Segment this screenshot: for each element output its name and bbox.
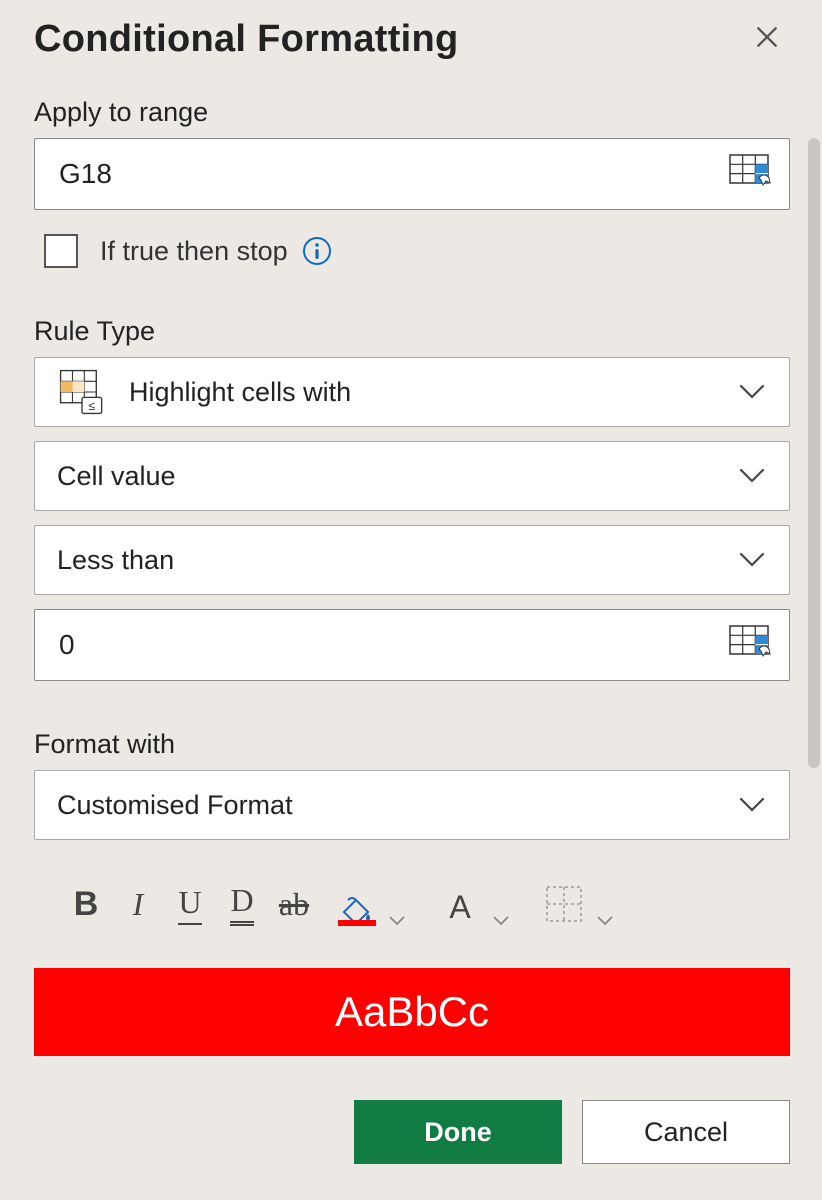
- fill-color-swatch: [338, 920, 376, 926]
- close-button[interactable]: [744, 20, 790, 60]
- chevron-down-icon: [739, 552, 765, 568]
- range-input[interactable]: [57, 157, 767, 191]
- format-with-label: Format with: [34, 729, 790, 760]
- range-input-row: [34, 138, 790, 210]
- if-true-stop-label: If true then stop: [100, 236, 288, 267]
- chevron-down-icon: [493, 916, 509, 926]
- range-picker-icon: [729, 625, 773, 665]
- italic-button[interactable]: I: [112, 882, 164, 926]
- font-color-glyph: A: [449, 889, 470, 926]
- chevron-down-icon: [739, 384, 765, 400]
- apply-to-range-label: Apply to range: [34, 97, 790, 128]
- close-icon: [754, 24, 780, 50]
- if-true-stop-checkbox[interactable]: [44, 234, 78, 268]
- fill-color-button[interactable]: [330, 882, 382, 926]
- rule-value-row: [34, 609, 790, 681]
- font-color-dropdown[interactable]: [486, 916, 516, 926]
- rule-type-value: Highlight cells with: [129, 377, 351, 408]
- double-underline-glyph: D: [230, 882, 253, 926]
- range-picker-icon: [729, 154, 773, 194]
- rule-field-value: Cell value: [57, 461, 176, 492]
- border-icon: [544, 884, 584, 924]
- chevron-down-icon: [739, 468, 765, 484]
- dialog-title: Conditional Formatting: [34, 18, 459, 61]
- rule-field-dropdown[interactable]: Cell value: [34, 441, 790, 511]
- border-dropdown[interactable]: [590, 916, 620, 926]
- done-button[interactable]: Done: [354, 1100, 562, 1164]
- strikethrough-button[interactable]: ab: [268, 882, 320, 926]
- font-color-button[interactable]: A: [434, 882, 486, 926]
- range-picker-button[interactable]: [729, 154, 773, 194]
- chevron-down-icon: [597, 916, 613, 926]
- rule-value-range-picker-button[interactable]: [729, 625, 773, 665]
- rule-operator-dropdown[interactable]: Less than: [34, 525, 790, 595]
- format-preview-text: AaBbCc: [335, 988, 489, 1036]
- chevron-down-icon: [739, 797, 765, 813]
- format-preview: AaBbCc: [34, 968, 790, 1056]
- rule-value-input[interactable]: [57, 628, 767, 662]
- strike-glyph: ab: [279, 886, 309, 923]
- svg-text:≤: ≤: [88, 399, 95, 413]
- underline-button[interactable]: U: [164, 882, 216, 926]
- info-icon[interactable]: [302, 236, 332, 266]
- border-button[interactable]: [538, 882, 590, 926]
- cancel-button[interactable]: Cancel: [582, 1100, 790, 1164]
- rule-operator-value: Less than: [57, 545, 174, 576]
- italic-glyph: I: [133, 886, 144, 923]
- bold-button[interactable]: B: [60, 882, 112, 926]
- scrollbar[interactable]: [808, 138, 820, 768]
- underline-glyph: U: [178, 884, 201, 925]
- rule-type-label: Rule Type: [34, 316, 790, 347]
- double-underline-button[interactable]: D: [216, 882, 268, 926]
- rule-type-dropdown[interactable]: ≤ Highlight cells with: [34, 357, 790, 427]
- bold-glyph: B: [74, 885, 99, 924]
- highlight-cells-icon: ≤: [57, 367, 107, 417]
- fill-color-dropdown[interactable]: [382, 916, 412, 926]
- format-style-value: Customised Format: [57, 790, 293, 821]
- format-style-dropdown[interactable]: Customised Format: [34, 770, 790, 840]
- chevron-down-icon: [389, 916, 405, 926]
